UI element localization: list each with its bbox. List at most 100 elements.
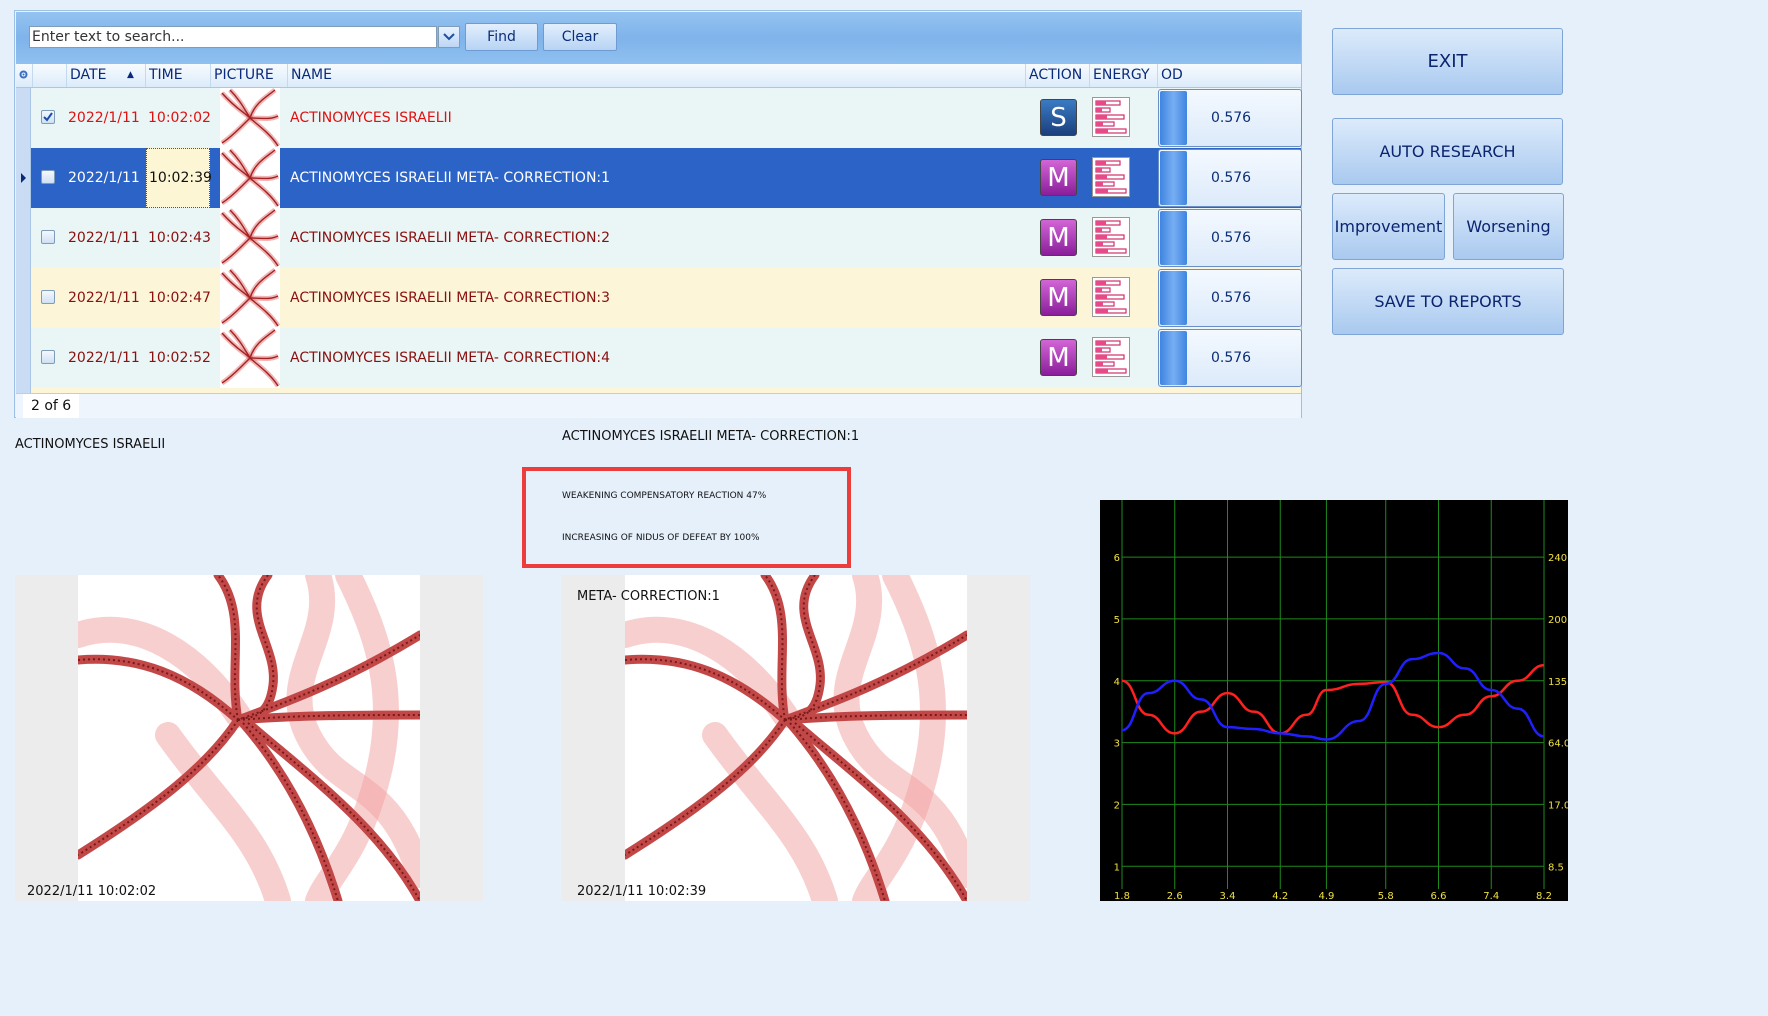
exit-button[interactable]: EXIT	[1332, 28, 1563, 95]
od-bar	[1160, 271, 1187, 325]
table-row[interactable]: 2022/1/11 10:02:47 ACTINOMYCES ISRAELII …	[16, 268, 1302, 328]
search-input[interactable]	[29, 26, 437, 48]
settings-icon[interactable]	[16, 64, 32, 87]
worsening-button[interactable]: Worsening	[1453, 193, 1564, 260]
x-tick-label: 1.8	[1114, 891, 1130, 901]
column-time[interactable]: TIME	[145, 64, 210, 87]
tissue-image-canvas	[65, 575, 433, 901]
left-tissue-image: 2022/1/11 10:02:02	[15, 575, 483, 901]
energy-bars-icon[interactable]	[1092, 157, 1130, 197]
search-dropdown-button[interactable]	[438, 26, 460, 48]
result-line: WEAKENING COMPENSATORY REACTION 47%	[562, 491, 767, 501]
left-image-timestamp: 2022/1/11 10:02:02	[27, 884, 157, 899]
search-toolbar: Find Clear	[16, 12, 1301, 64]
row-checkbox[interactable]	[41, 170, 55, 184]
tissue-thumbnail-icon	[220, 208, 280, 268]
chart-svg: 1.8 2.6 3.4 4.2 4.9 5.8 6.6 7.4 8.2 1 8.5 2 17.0 3 64.…	[1114, 500, 1577, 902]
column-energy[interactable]: ENERGY	[1089, 64, 1157, 87]
column-action[interactable]: ACTION	[1025, 64, 1089, 87]
sort-ascending-icon: ▲	[127, 70, 134, 80]
right-image-timestamp: 2022/1/11 10:02:39	[577, 884, 707, 899]
improvement-button[interactable]: Improvement	[1332, 193, 1445, 260]
row-thumbnail	[220, 88, 280, 148]
x-tick-label: 6.6	[1431, 891, 1447, 901]
row-name: ACTINOMYCES ISRAELII META- CORRECTION:3	[290, 290, 611, 306]
grid-footer: 2 of 6	[16, 393, 1301, 418]
tissue-thumbnail-icon	[220, 88, 280, 148]
od-cell: 0.576	[1158, 329, 1302, 387]
table-row[interactable]: 2022/1/11 10:02:02 ACTINOMYCES ISRAELII …	[16, 88, 1302, 148]
tissue-image-canvas	[612, 575, 980, 901]
current-row-arrow-icon	[21, 173, 26, 183]
clear-button[interactable]: Clear	[543, 23, 617, 51]
row-name: ACTINOMYCES ISRAELII META- CORRECTION:2	[290, 230, 611, 246]
chevron-down-icon	[443, 33, 455, 41]
row-selector[interactable]	[16, 88, 31, 148]
spectrum-chart: 1.8 2.6 3.4 4.2 4.9 5.8 6.6 7.4 8.2 1 8.5 2 17.0 3 64.…	[1100, 500, 1577, 902]
row-thumbnail	[220, 148, 280, 208]
od-bar	[1160, 331, 1187, 385]
row-checkbox[interactable]	[41, 350, 55, 364]
row-date: 2022/1/11	[68, 290, 140, 306]
row-time: 10:02:43	[148, 230, 211, 246]
save-to-reports-button[interactable]: SAVE TO REPORTS	[1332, 268, 1564, 335]
row-thumbnail	[220, 268, 280, 328]
auto-research-button[interactable]: AUTO RESEARCH	[1332, 118, 1563, 185]
action-m-button[interactable]: M	[1040, 159, 1077, 196]
od-value: 0.576	[1211, 290, 1252, 306]
row-date: 2022/1/11	[68, 230, 140, 246]
od-bar	[1160, 151, 1187, 205]
row-checkbox[interactable]	[41, 230, 55, 244]
data-grid-panel: Find Clear DATE ▲ TIME PICTURE NAME ACTI…	[14, 10, 1302, 418]
y-right-tick-label: 8.5	[1548, 862, 1564, 873]
action-m-button[interactable]: M	[1040, 219, 1077, 256]
row-time: 10:02:52	[148, 350, 211, 366]
od-cell: 0.576	[1158, 269, 1302, 327]
table-row[interactable]: 2022/1/11 10:02:52 ACTINOMYCES ISRAELII …	[16, 328, 1302, 388]
column-od[interactable]: OD	[1157, 64, 1301, 87]
row-selector[interactable]	[16, 268, 31, 328]
checkmark-icon	[43, 112, 53, 122]
grid-rows: 2022/1/11 10:02:02 ACTINOMYCES ISRAELII …	[15, 88, 1302, 393]
grid-column-header: DATE ▲ TIME PICTURE NAME ACTION ENERGY O…	[16, 64, 1301, 88]
y-left-tick-label: 1	[1114, 862, 1120, 873]
od-value: 0.576	[1211, 170, 1252, 186]
column-name[interactable]: NAME	[287, 64, 1025, 87]
series-line	[1121, 664, 1545, 735]
energy-bars-icon[interactable]	[1092, 337, 1130, 377]
column-picture[interactable]: PICTURE	[210, 64, 287, 87]
right-tissue-image: META- CORRECTION:1 2022/1/11 10:02:39	[562, 575, 1030, 901]
y-left-tick-label: 2	[1114, 800, 1120, 811]
row-selector[interactable]	[16, 148, 31, 208]
row-checkbox[interactable]	[41, 110, 55, 124]
header-checkbox-column	[32, 64, 66, 87]
center-sample-title: ACTINOMYCES ISRAELII META- CORRECTION:1	[562, 429, 860, 444]
row-time: 10:02:47	[148, 290, 211, 306]
action-m-button[interactable]: M	[1040, 279, 1077, 316]
energy-bars-icon[interactable]	[1092, 277, 1130, 317]
action-m-button[interactable]: M	[1040, 339, 1077, 376]
row-selector[interactable]	[16, 328, 31, 388]
row-time-editing[interactable]: 10:02:39	[146, 148, 212, 208]
y-left-tick-label: 5	[1114, 615, 1120, 626]
x-tick-label: 4.9	[1318, 891, 1334, 901]
row-thumbnail	[220, 208, 280, 268]
energy-bars-icon[interactable]	[1092, 97, 1130, 137]
tissue-micrograph-image	[65, 575, 433, 901]
column-date-label: DATE	[70, 67, 107, 83]
row-date: 2022/1/11	[68, 170, 140, 186]
od-bar	[1160, 91, 1187, 145]
table-row[interactable]: 2022/1/11 10:02:43 ACTINOMYCES ISRAELII …	[16, 208, 1302, 268]
column-date[interactable]: DATE ▲	[66, 64, 145, 87]
tissue-micrograph-image	[612, 575, 980, 901]
find-button[interactable]: Find	[465, 23, 538, 51]
energy-bars-icon[interactable]	[1092, 217, 1130, 257]
x-tick-label: 5.8	[1378, 891, 1394, 901]
y-right-tick-label: 64.0	[1548, 739, 1568, 750]
x-tick-label: 4.2	[1272, 891, 1288, 901]
table-row-selected[interactable]: 2022/1/11 10:02:39 ACTINOMYCES ISRAELII …	[16, 148, 1302, 208]
y-left-tick-label: 3	[1114, 739, 1120, 750]
row-selector[interactable]	[16, 208, 31, 268]
action-s-button[interactable]: S	[1040, 99, 1077, 136]
row-checkbox[interactable]	[41, 290, 55, 304]
